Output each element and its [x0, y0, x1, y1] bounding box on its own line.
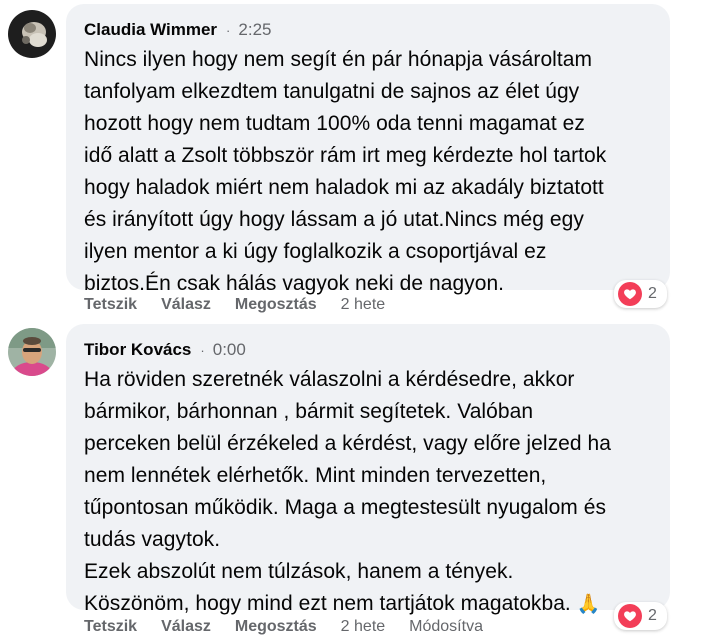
comment: Claudia Wimmer · 2:25 Nincs ilyen hogy n… [0, 0, 714, 320]
avatar-image-icon [8, 328, 56, 376]
video-timestamp[interactable]: 2:25 [238, 20, 271, 40]
comment-header: Tibor Kovács · 0:00 [84, 338, 654, 362]
comment-age[interactable]: 2 hete [341, 296, 385, 314]
comment-actions: Tetszik Válasz Megosztás 2 hete Módosítv… [84, 618, 507, 636]
reaction-summary[interactable]: 2 [614, 602, 667, 630]
reaction-count: 2 [648, 607, 657, 624]
author-name[interactable]: Tibor Kovács [84, 340, 191, 360]
comment-age[interactable]: 2 hete [341, 618, 385, 636]
reply-button[interactable]: Válasz [161, 618, 211, 636]
dot-separator: · [226, 22, 231, 38]
heart-icon [618, 604, 642, 628]
folded-hands-emoji: 🙏 [576, 594, 601, 615]
comment-actions: Tetszik Válasz Megosztás 2 hete [84, 296, 409, 314]
share-button[interactable]: Megosztás [235, 296, 317, 314]
like-button[interactable]: Tetszik [84, 296, 137, 314]
avatar[interactable] [8, 328, 56, 376]
dot-separator: · [200, 342, 205, 358]
comment-text: Nincs ilyen hogy nem segít én pár hónapj… [84, 48, 607, 295]
heart-icon [618, 282, 642, 306]
comment-bubble: Claudia Wimmer · 2:25 Nincs ilyen hogy n… [66, 4, 670, 295]
author-name[interactable]: Claudia Wimmer [84, 20, 217, 40]
avatar-image-icon [8, 10, 56, 58]
reaction-summary[interactable]: 2 [614, 280, 667, 308]
comment-header: Claudia Wimmer · 2:25 [84, 18, 654, 42]
share-button[interactable]: Megosztás [235, 618, 317, 636]
reply-button[interactable]: Válasz [161, 296, 211, 314]
comment: Tibor Kovács · 0:00 Ha röviden szeretnék… [0, 320, 714, 639]
video-timestamp[interactable]: 0:00 [213, 340, 246, 360]
comment-bubble: Tibor Kovács · 0:00 Ha röviden szeretnék… [66, 324, 670, 615]
comment-text: Ha röviden szeretnék válaszolni a kérdés… [84, 364, 654, 621]
edited-label[interactable]: Módosítva [409, 618, 483, 636]
avatar[interactable] [8, 10, 56, 58]
comment-text-body: Ha röviden szeretnék válaszolni a kérdés… [84, 368, 611, 615]
reaction-count: 2 [648, 285, 657, 302]
like-button[interactable]: Tetszik [84, 618, 137, 636]
